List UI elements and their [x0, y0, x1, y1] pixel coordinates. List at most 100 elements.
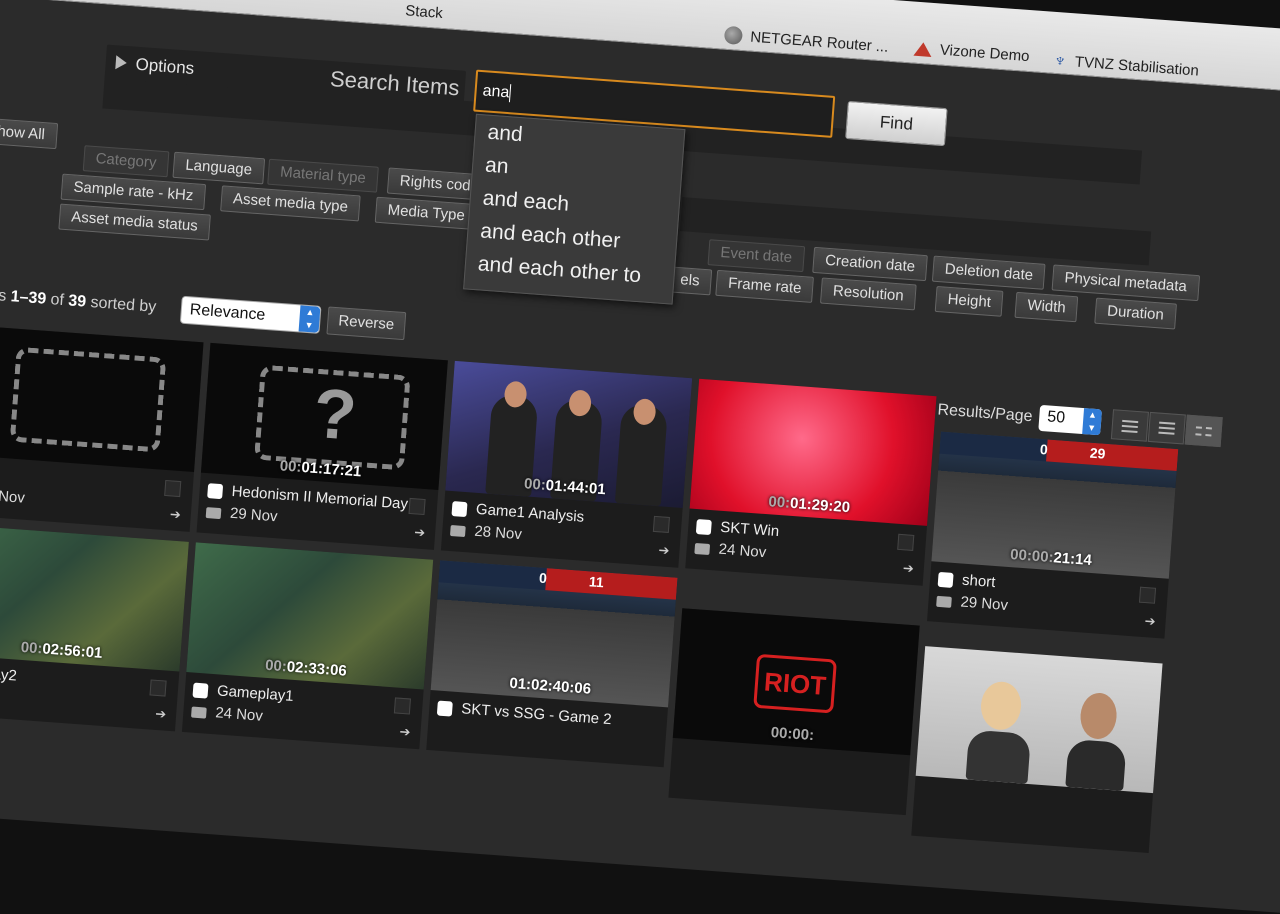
chip-asset-media-type[interactable]: Asset media type	[220, 185, 361, 221]
media-card[interactable]: ? 00:01:17:21 Hedonism II Memorial Day '…	[197, 343, 448, 550]
expand-triangle-icon	[115, 55, 127, 70]
select-box[interactable]	[897, 534, 914, 551]
select-box[interactable]	[653, 516, 670, 533]
media-thumbnail: 0 11 01:02:40:06	[431, 560, 678, 707]
media-card[interactable]: ut 9 Nov ➔	[0, 325, 204, 532]
chip-width[interactable]: Width	[1014, 292, 1078, 322]
arrow-right-icon[interactable]: ➔	[169, 506, 181, 523]
select-box[interactable]	[1139, 587, 1156, 604]
media-card[interactable]: 00:02:56:01 eplay2 5 ➔	[0, 524, 189, 731]
detail-view-button[interactable]	[1111, 409, 1149, 442]
screen-stage: Stack NETGEAR Router ... Vizone Demo ♆ T…	[0, 0, 1280, 912]
tvnz-icon: ♆	[1053, 50, 1068, 72]
chip-media-type[interactable]: Media Type	[375, 197, 478, 230]
media-thumbnail: 00:01:44:01	[445, 361, 692, 508]
media-card[interactable]: RIOT 00:00:	[668, 608, 919, 815]
globe-icon	[724, 26, 743, 45]
media-thumbnail: 0 29 00:00:21:14	[931, 432, 1178, 579]
media-title: SKT Win	[720, 519, 780, 540]
select-box[interactable]	[150, 679, 167, 696]
chip-resolution[interactable]: Resolution	[820, 278, 917, 311]
arrow-right-icon[interactable]: ➔	[658, 542, 670, 559]
chip-height[interactable]: Height	[935, 286, 1004, 317]
text-caret	[509, 84, 511, 102]
media-date: 24 Nov	[215, 704, 264, 724]
results-of: of	[50, 291, 65, 309]
select-box[interactable]	[408, 498, 425, 515]
media-thumbnail: ? 00:01:17:21	[201, 343, 448, 490]
chip-category[interactable]: Category	[83, 145, 170, 177]
riot-games-logo: RIOT	[753, 654, 837, 714]
checkbox[interactable]	[192, 683, 208, 699]
bookmark-vizone[interactable]: Vizone Demo	[913, 40, 1030, 65]
media-thumbnail: RIOT 00:00:	[673, 608, 920, 755]
grid-view-button[interactable]	[1185, 415, 1223, 448]
autocomplete-dropdown: and an and each and each other and each …	[463, 114, 685, 305]
arrow-right-icon[interactable]: ➔	[902, 560, 914, 577]
chip-event-date[interactable]: Event date	[708, 239, 805, 272]
duration-label: 00:02:56:01	[0, 633, 181, 667]
arrow-right-icon[interactable]: ➔	[414, 524, 426, 541]
chip-frame-rate[interactable]: Frame rate	[715, 270, 814, 303]
duration-label: 00:00:21:14	[932, 540, 1171, 574]
duration-label: 01:02:40:06	[431, 669, 670, 703]
select-box[interactable]	[164, 480, 181, 497]
select-arrows-icon: ▲▼	[1082, 408, 1102, 435]
chip-material-type[interactable]: Material type	[267, 159, 378, 193]
results-total: 39	[68, 292, 87, 310]
reverse-button[interactable]: Reverse	[326, 306, 406, 340]
chip-deletion-date[interactable]: Deletion date	[932, 256, 1046, 290]
media-title: short	[962, 572, 997, 591]
chip-asset-media-status[interactable]: Asset media status	[58, 204, 210, 241]
arrow-right-icon[interactable]: ➔	[155, 706, 167, 723]
checkbox[interactable]	[437, 701, 453, 717]
media-card[interactable]: 0 29 00:00:21:14 short 29 Nov ➔	[927, 432, 1178, 639]
video-camera-icon	[206, 507, 222, 519]
media-card[interactable]: 00:02:33:06 Gameplay1 24 Nov ➔	[182, 542, 433, 749]
results-per-page-label: Results/Page	[937, 401, 1033, 426]
media-date: 24 Nov	[718, 541, 767, 561]
question-mark-icon: ?	[311, 373, 360, 456]
media-date: 29 Nov	[960, 594, 1009, 614]
list-view-button[interactable]	[1148, 412, 1186, 445]
media-thumbnail: 00:01:29:20	[690, 379, 937, 526]
bookmark-label: Stack	[405, 2, 444, 22]
show-all-button[interactable]: how All	[0, 118, 58, 149]
duration-label: 00:02:33:06	[187, 651, 426, 685]
sort-select[interactable]: Relevance ▲▼	[180, 296, 322, 334]
media-date: 29 Nov	[229, 505, 278, 525]
media-card[interactable]: 00:01:29:20 SKT Win 24 Nov ➔	[685, 379, 936, 586]
media-card[interactable]	[911, 646, 1162, 853]
duration-label: 00:01:29:20	[690, 488, 929, 522]
chip-language[interactable]: Language	[172, 152, 264, 185]
select-arrows-icon: ▲▼	[299, 305, 321, 332]
results-prefix: sults	[0, 285, 7, 304]
checkbox[interactable]	[938, 572, 954, 588]
results-sorted-by: sorted by	[90, 294, 157, 316]
score-overlay: 0 11	[439, 560, 678, 599]
results-summary: sults 1–39 of 39 sorted by	[0, 285, 157, 316]
media-thumbnail: 00:02:33:06	[186, 542, 433, 689]
checkbox[interactable]	[207, 483, 223, 499]
results-per-page-select[interactable]: 50 ▲▼	[1038, 405, 1102, 435]
media-card[interactable]: 00:01:44:01 Game1 Analysis 28 Nov ➔	[441, 361, 692, 568]
media-thumbnail	[0, 325, 204, 472]
media-title: eplay2	[0, 664, 17, 684]
media-card[interactable]: 0 11 01:02:40:06 SKT vs SSG - Game 2	[426, 560, 677, 767]
arrow-right-icon[interactable]: ➔	[1144, 613, 1156, 630]
chip-creation-date[interactable]: Creation date	[812, 247, 928, 281]
media-thumbnail: 00:02:56:01	[0, 524, 189, 671]
find-button[interactable]: Find	[845, 101, 948, 146]
media-date: 9 Nov	[0, 487, 25, 507]
checkbox[interactable]	[451, 501, 467, 517]
duration-label: 00:00:	[673, 717, 912, 751]
chip-duration[interactable]: Duration	[1094, 298, 1176, 330]
vizone-icon	[913, 41, 932, 56]
arrow-right-icon[interactable]: ➔	[399, 724, 411, 741]
video-camera-icon	[936, 596, 952, 608]
search-value: ana	[482, 82, 510, 101]
bookmark-stack[interactable]: Stack	[405, 2, 444, 22]
no-thumbnail-placeholder	[10, 347, 167, 453]
checkbox[interactable]	[696, 519, 712, 535]
select-box[interactable]	[394, 697, 411, 714]
